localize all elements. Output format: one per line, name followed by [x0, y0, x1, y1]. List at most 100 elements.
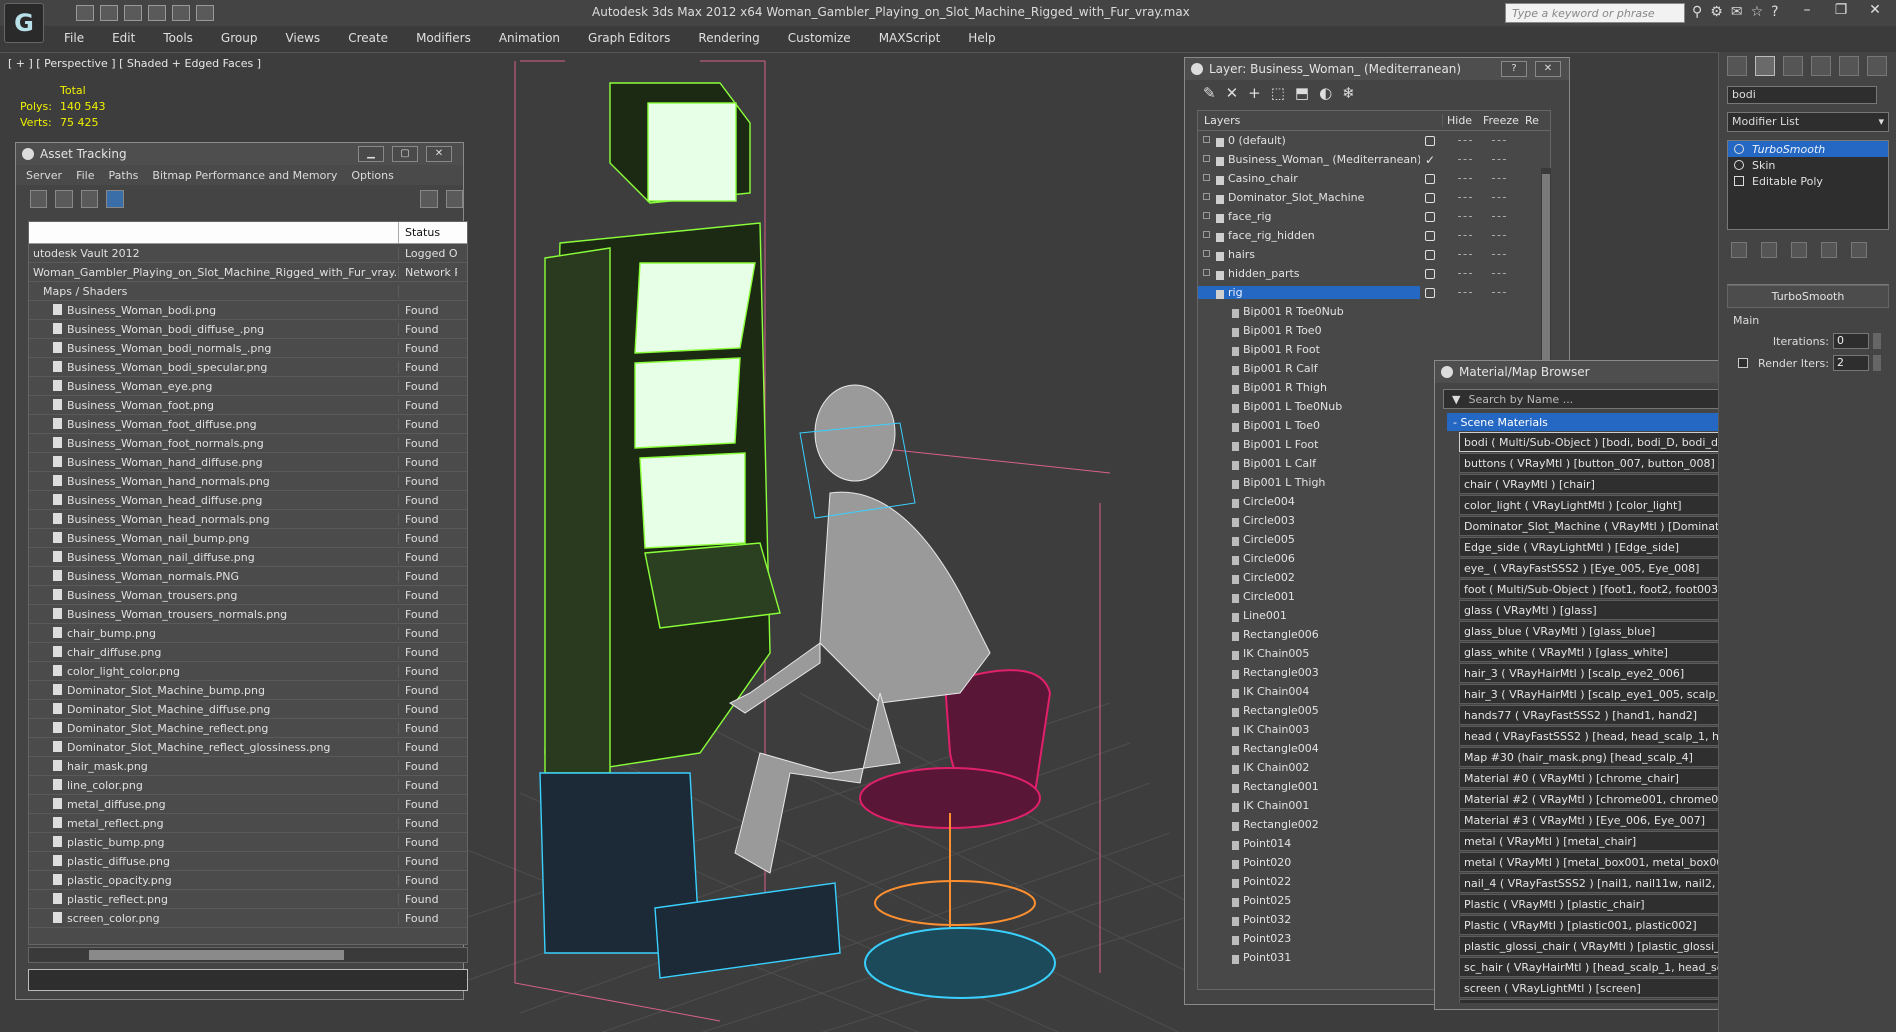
hide-toggle[interactable] [1458, 273, 1472, 274]
hide-toggle[interactable] [1458, 235, 1472, 236]
restore-icon[interactable]: ❐ [1824, 2, 1858, 22]
asset-row[interactable]: Business_Woman_bodi_specular.png Found [29, 358, 467, 377]
asset-menu-paths[interactable]: Paths [109, 169, 139, 182]
subscription-icon[interactable]: ⚙ [1710, 4, 1723, 20]
maximize-icon[interactable]: ▢ [392, 146, 418, 162]
lightbulb-icon[interactable] [1734, 144, 1744, 154]
layers-column-header[interactable]: Layers [1198, 114, 1443, 127]
asset-row[interactable]: Business_Woman_trousers_normals.png Found [29, 605, 467, 624]
menu-help[interactable]: Help [954, 31, 1009, 45]
menu-views[interactable]: Views [271, 31, 334, 45]
communication-icon[interactable]: ✉ [1731, 4, 1743, 20]
help-options-icon[interactable] [445, 190, 464, 208]
asset-row[interactable]: utodesk Vault 2012 Logged O [29, 244, 467, 263]
menu-graph-editors[interactable]: Graph Editors [574, 31, 684, 45]
detail-view-icon[interactable] [80, 190, 99, 208]
hide-toggle[interactable] [1458, 292, 1472, 293]
asset-row[interactable]: plastic_bump.png Found [29, 833, 467, 852]
highlight-layer-icon[interactable]: ⬒ [1295, 84, 1309, 102]
layer-row[interactable]: Casino_chair [1198, 169, 1550, 188]
close-icon[interactable]: ✕ [426, 146, 452, 162]
menu-maxscript[interactable]: MAXScript [865, 31, 955, 45]
asset-path-field[interactable] [28, 969, 468, 991]
menu-group[interactable]: Group [207, 31, 272, 45]
freeze-toggle[interactable] [1492, 197, 1506, 198]
asset-row[interactable]: Business_Woman_head_normals.png Found [29, 510, 467, 529]
remove-modifier-icon[interactable] [1821, 242, 1837, 258]
asset-row[interactable]: Business_Woman_eye.png Found [29, 377, 467, 396]
hide-toggle[interactable] [1458, 178, 1472, 179]
utilities-tab-icon[interactable] [1867, 56, 1887, 76]
menu-tools[interactable]: Tools [149, 31, 207, 45]
list-view-icon[interactable] [55, 190, 73, 208]
render-toggle-icon[interactable] [1424, 287, 1436, 299]
spinner-icon[interactable] [1873, 333, 1881, 349]
asset-row[interactable]: Business_Woman_hand_normals.png Found [29, 472, 467, 491]
layer-row[interactable]: hairs [1198, 245, 1550, 264]
hide-toggle[interactable] [1458, 197, 1472, 198]
stack-item-editable-poly[interactable]: Editable Poly [1728, 173, 1888, 189]
create-layer-icon[interactable]: ✎ [1203, 84, 1216, 102]
stack-item-skin[interactable]: Skin [1728, 157, 1888, 173]
close-icon[interactable]: ✕ [1858, 2, 1892, 22]
layer-row[interactable]: face_rig_hidden [1198, 226, 1550, 245]
layer-row[interactable]: rig [1198, 283, 1550, 302]
render-toggle-icon[interactable] [1424, 173, 1436, 185]
layer-row[interactable]: hidden_parts [1198, 264, 1550, 283]
hide-toggle[interactable] [1458, 254, 1472, 255]
asset-row[interactable]: Business_Woman_foot.png Found [29, 396, 467, 415]
asset-row[interactable]: screen_color.png Found [29, 909, 467, 928]
refresh-icon[interactable] [30, 190, 48, 208]
menu-rendering[interactable]: Rendering [684, 31, 773, 45]
redo-icon[interactable] [172, 5, 190, 21]
hide-toggle[interactable] [1458, 140, 1472, 141]
layer-manager-titlebar[interactable]: Layer: Business_Woman_ (Mediterranean) ?… [1185, 58, 1569, 80]
asset-row[interactable]: Business_Woman_nail_bump.png Found [29, 529, 467, 548]
asset-row[interactable]: plastic_opacity.png Found [29, 871, 467, 890]
menu-modifiers[interactable]: Modifiers [402, 31, 485, 45]
asset-row[interactable]: Business_Woman_nail_diffuse.png Found [29, 548, 467, 567]
scrollbar-thumb[interactable] [89, 950, 344, 960]
hierarchy-tab-icon[interactable] [1783, 56, 1803, 76]
object-name-field[interactable]: bodi [1727, 86, 1877, 104]
binoculars-icon[interactable]: ⚲ [1692, 4, 1702, 20]
close-icon[interactable]: ✕ [1535, 61, 1561, 77]
asset-row[interactable]: Business_Woman_bodi.png Found [29, 301, 467, 320]
asset-row[interactable]: Business_Woman_normals.PNG Found [29, 567, 467, 586]
help-icon[interactable] [420, 190, 438, 208]
freeze-toggle[interactable] [1492, 235, 1506, 236]
asset-row[interactable]: hair_mask.png Found [29, 757, 467, 776]
render-toggle-icon[interactable] [1424, 192, 1436, 204]
asset-menu-options[interactable]: Options [351, 169, 393, 182]
asset-row[interactable]: Dominator_Slot_Machine_reflect_glossines… [29, 738, 467, 757]
freeze-toggle[interactable] [1492, 292, 1506, 293]
iterations-input[interactable]: 0 [1833, 333, 1869, 349]
asset-row[interactable]: Dominator_Slot_Machine_bump.png Found [29, 681, 467, 700]
new-file-icon[interactable] [76, 5, 94, 21]
hide-column-header[interactable]: Hide [1443, 114, 1481, 127]
rollout-title[interactable]: TurboSmooth [1727, 285, 1889, 308]
render-toggle-icon[interactable] [1424, 268, 1436, 280]
select-objects-icon[interactable]: ⬚ [1271, 84, 1285, 102]
asset-menu-file[interactable]: File [76, 169, 94, 182]
name-column-header[interactable] [29, 222, 399, 243]
asset-row[interactable]: Business_Woman_trousers.png Found [29, 586, 467, 605]
asset-row[interactable]: Business_Woman_hand_diffuse.png Found [29, 453, 467, 472]
horizontal-scrollbar[interactable] [28, 947, 468, 963]
asset-row[interactable]: Maps / Shaders [29, 282, 467, 301]
options-arrow-icon[interactable]: ▼ [1452, 393, 1460, 406]
menu-animation[interactable]: Animation [485, 31, 574, 45]
render-iters-checkbox[interactable] [1738, 358, 1749, 368]
add-to-layer-icon[interactable]: + [1248, 84, 1261, 102]
help-icon[interactable]: ? [1771, 4, 1778, 20]
motion-tab-icon[interactable] [1811, 56, 1831, 76]
asset-row[interactable]: Business_Woman_foot_diffuse.png Found [29, 415, 467, 434]
save-file-icon[interactable] [124, 5, 142, 21]
open-file-icon[interactable] [100, 5, 118, 21]
render-toggle-icon[interactable] [1424, 135, 1436, 147]
menu-create[interactable]: Create [334, 31, 402, 45]
asset-row[interactable]: Business_Woman_foot_normals.png Found [29, 434, 467, 453]
layer-row[interactable]: Business_Woman_ (Mediterranean) ✓ [1198, 150, 1550, 169]
asset-row[interactable]: Business_Woman_bodi_diffuse_.png Found [29, 320, 467, 339]
render-toggle-icon[interactable] [1424, 211, 1436, 223]
